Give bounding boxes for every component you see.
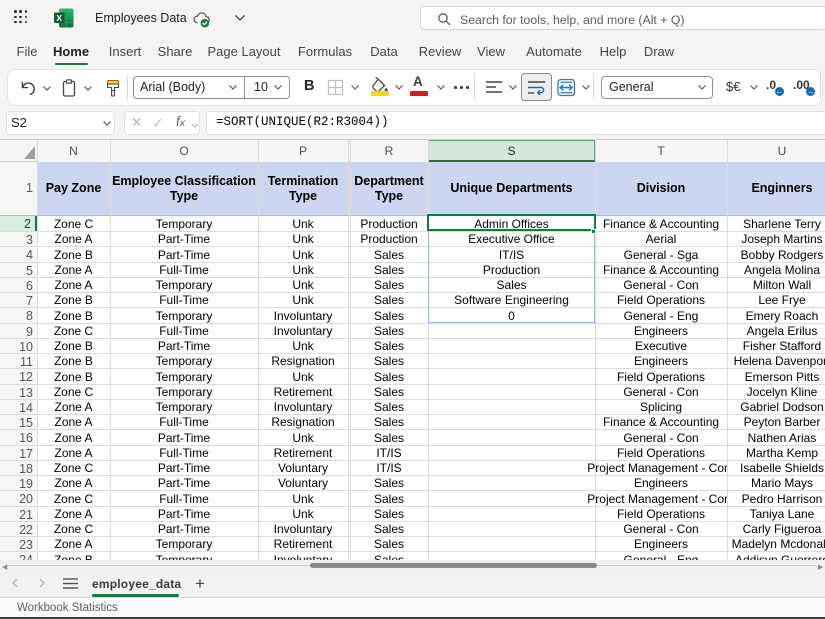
svg-text:X: X xyxy=(56,13,62,23)
